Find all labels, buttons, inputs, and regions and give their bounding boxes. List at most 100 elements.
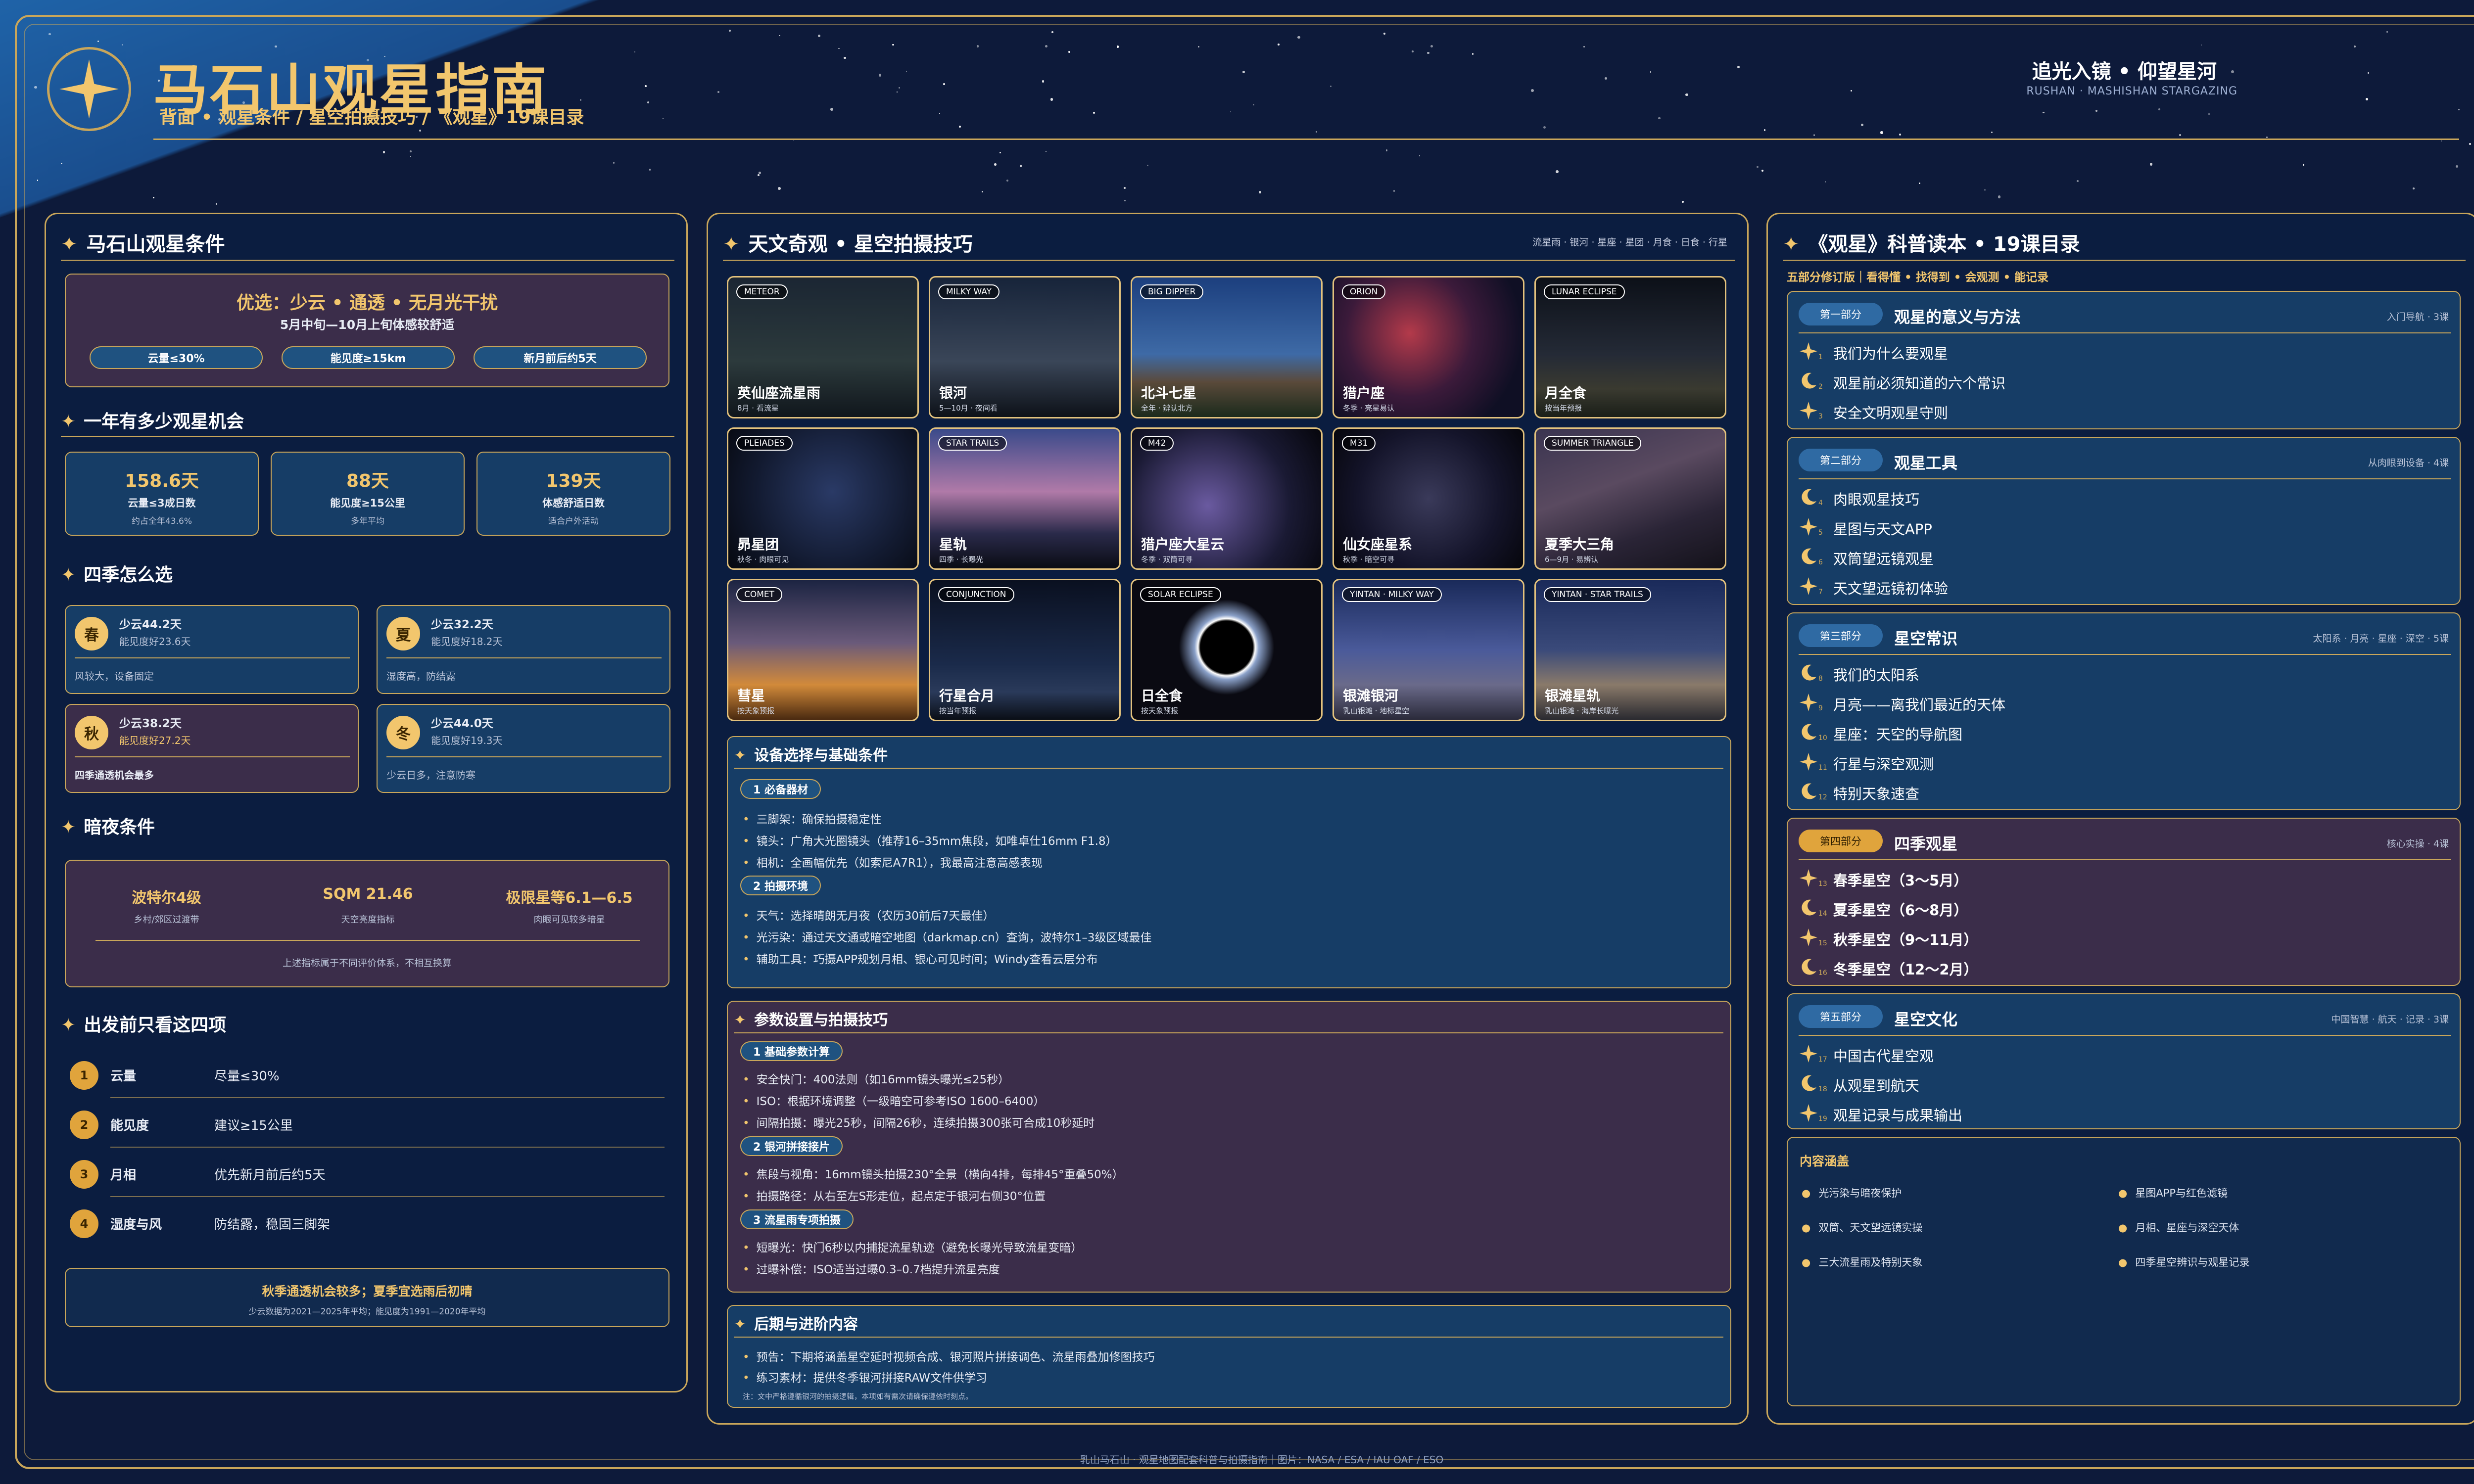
season-note: 四季通透机会最多 [75, 769, 154, 781]
lesson-number: 4 [1818, 499, 1823, 507]
divider [110, 1097, 665, 1098]
divider [1799, 332, 2451, 333]
check-value: 优先新月前后约5天 [214, 1168, 326, 1183]
season-line2: 能见度好27.2天 [119, 735, 191, 746]
photo-card: BIG DIPPER 北斗七星 全年 · 辨认北方 [1131, 276, 1323, 418]
photo-tag: YINTAN · MILKY WAY [1342, 587, 1442, 602]
lesson-number: 13 [1818, 880, 1827, 888]
divider [1799, 1035, 2451, 1036]
bullet-item: ISO：根据环境调整（一级暗空可参考ISO 1600–6400） [743, 1092, 1045, 1109]
dark-stat-label: 乡村/郊区过渡带 [134, 915, 199, 925]
lesson-number: 9 [1818, 704, 1823, 712]
four-point-star-icon [59, 59, 119, 119]
photo-name: 猎户座 [1343, 385, 1385, 401]
dark-sky-title: ✦ 暗夜条件 [61, 817, 155, 837]
part-pill: 第二部分 [1799, 449, 1883, 471]
divider [110, 1196, 665, 1197]
dark-stat-value: 极限星等6.1—6.5 [506, 889, 633, 907]
params-title: ✦ 参数设置与拍摄技巧 [734, 1012, 888, 1029]
photo-caption: 四季 · 长曝光 [939, 555, 984, 564]
photo-tag: M42 [1140, 436, 1174, 451]
lesson-item: 冬季星空（12～2月） [1833, 961, 1978, 978]
photo-card: SOLAR ECLIPSE 日全食 按天象预报 [1131, 579, 1323, 721]
photo-card: METEOR 英仙座流星雨 8月 · 看流星 [727, 276, 919, 418]
group-pill: 1 必备器材 [740, 779, 821, 799]
coverage-title: 内容涵盖 [1800, 1154, 1850, 1168]
stat-label: 能见度≥15公里 [330, 497, 405, 509]
divider [1783, 260, 2466, 261]
check-name: 月相 [110, 1168, 137, 1183]
catalog-part: 第一部分 观星的意义与方法 入门导航 · 3课 1 我们为什么要观星 2 观星前必须知道的六… [1787, 291, 2461, 429]
right-panel-title: ✦ 《观星》科普读本 • 19课目录 [1783, 233, 2080, 256]
lesson-number: 8 [1818, 675, 1823, 683]
sparkle-icon [1799, 752, 1818, 772]
check-name: 能见度 [110, 1118, 149, 1133]
best-period: 5月中旬—10月上旬体感较舒适 [280, 318, 455, 332]
lesson-number: 3 [1818, 413, 1823, 420]
sparkle-icon: ✦ [61, 1015, 76, 1035]
part-note: 太阳系 · 月亮 · 星座 · 深空 · 5课 [2313, 633, 2449, 644]
check-value: 尽量≤30% [214, 1069, 280, 1084]
sparkle-icon: ✦ [61, 412, 76, 432]
part-pill: 第三部分 [1799, 624, 1883, 647]
tagline: 追光入镜 • 仰望星河 [2032, 60, 2217, 83]
dark-stat-label: 肉眼可见较多暗星 [533, 915, 605, 925]
photo-name: 北斗七星 [1141, 385, 1197, 401]
stat-label: 云量≤3成日数 [128, 497, 196, 509]
photo-caption: 按当年预报 [939, 706, 977, 715]
divider [95, 940, 640, 941]
part-note: 入门导航 · 3课 [2386, 312, 2449, 323]
lesson-number: 14 [1818, 910, 1827, 918]
photo-caption: 冬季 · 亮星易认 [1343, 404, 1395, 413]
lesson-number: 17 [1818, 1056, 1827, 1064]
photo-tag: SOLAR ECLIPSE [1140, 587, 1221, 602]
season-card-autumn: 秋 少云38.2天 能见度好27.2天 四季通透机会最多 [65, 704, 359, 793]
stat-card: 139天 体感舒适日数 适合户外活动 [476, 452, 670, 536]
photo-caption: 乳山银滩 · 海岸长曝光 [1545, 706, 1619, 715]
photo-tag: SUMMER TRIANGLE [1544, 436, 1642, 451]
crescent-moon-icon [1799, 957, 1818, 977]
crescent-moon-icon [1799, 898, 1818, 918]
catalog-part: 第三部分 星空常识 太阳系 · 月亮 · 星座 · 深空 · 5课 8 我们的太阳系 9 月… [1787, 612, 2461, 810]
photo-caption: 全年 · 辨认北方 [1141, 404, 1193, 413]
divider [1799, 478, 2451, 479]
lesson-number: 1 [1818, 353, 1823, 361]
lesson-item: 春季星空（3～5月） [1833, 872, 1968, 889]
photo-card: M42 猎户座大星云 冬季 · 双筒可寻 [1131, 427, 1323, 570]
lesson-item: 中国古代星空观 [1833, 1048, 1934, 1065]
bullet-item: 光污染：通过天文通或暗空地图（darkmap.cn）查询，波特尔1–3级区域最佳 [743, 928, 1152, 945]
photo-card: CONJUNCTION 行星合月 按当年预报 [929, 579, 1121, 721]
divider [61, 260, 674, 261]
left-panel: ✦ 马石山观星条件 优选：少云 • 通透 • 无月光干扰 5月中旬—10月上旬体感… [45, 213, 688, 1392]
crescent-moon-icon [1799, 371, 1818, 391]
photo-name: 夏季大三角 [1545, 536, 1615, 553]
bullet-item: 焦段与视角：16mm镜头拍摄230°全景（横向4排，每排45°重叠50%） [743, 1165, 1124, 1182]
sparkle-icon [1799, 401, 1818, 420]
sparkle-icon [1799, 868, 1818, 888]
lesson-item: 肉眼观星技巧 [1833, 491, 1920, 508]
bullet-item: 天气：选择晴朗无月夜（农历30前后7天最佳） [743, 906, 995, 923]
season-note: 少云日多，注意防寒 [386, 769, 476, 781]
part-note: 中国智慧 · 航天 · 记录 · 3课 [2331, 1014, 2449, 1025]
coverage-item: ● 三大流星雨及特别天象 [1802, 1256, 1923, 1268]
step-number: 1 [70, 1061, 98, 1090]
lesson-number: 5 [1818, 529, 1823, 537]
step-number: 2 [70, 1111, 98, 1139]
photo-tag: LUNAR ECLIPSE [1544, 284, 1625, 299]
lesson-number: 12 [1818, 793, 1827, 801]
part-pill: 第五部分 [1799, 1005, 1883, 1028]
bullet-item: 间隔拍摄：曝光25秒，间隔26秒，连续拍摄300张可合成10秒延时 [743, 1113, 1095, 1130]
coverage-item: ● 月相、星座与深空天体 [2118, 1222, 2239, 1234]
left-panel-title: ✦ 马石山观星条件 [61, 233, 225, 256]
coverage-item: ● 光污染与暗夜保护 [1802, 1187, 1902, 1199]
stat-value: 88天 [346, 471, 389, 491]
lesson-item: 行星与深空观测 [1833, 756, 1934, 773]
condition-pill: 新月前后约5天 [474, 346, 647, 369]
sparkle-icon: ✦ [734, 1316, 747, 1333]
season-line1: 少云32.2天 [431, 618, 493, 631]
crescent-moon-icon [1799, 487, 1818, 507]
lesson-item: 夏季星空（6～8月） [1833, 902, 1968, 919]
stat-note: 约占全年43.6% [131, 516, 192, 526]
lesson-item: 观星前必须知道的六个常识 [1833, 375, 2006, 392]
season-badge: 秋 [75, 716, 108, 749]
